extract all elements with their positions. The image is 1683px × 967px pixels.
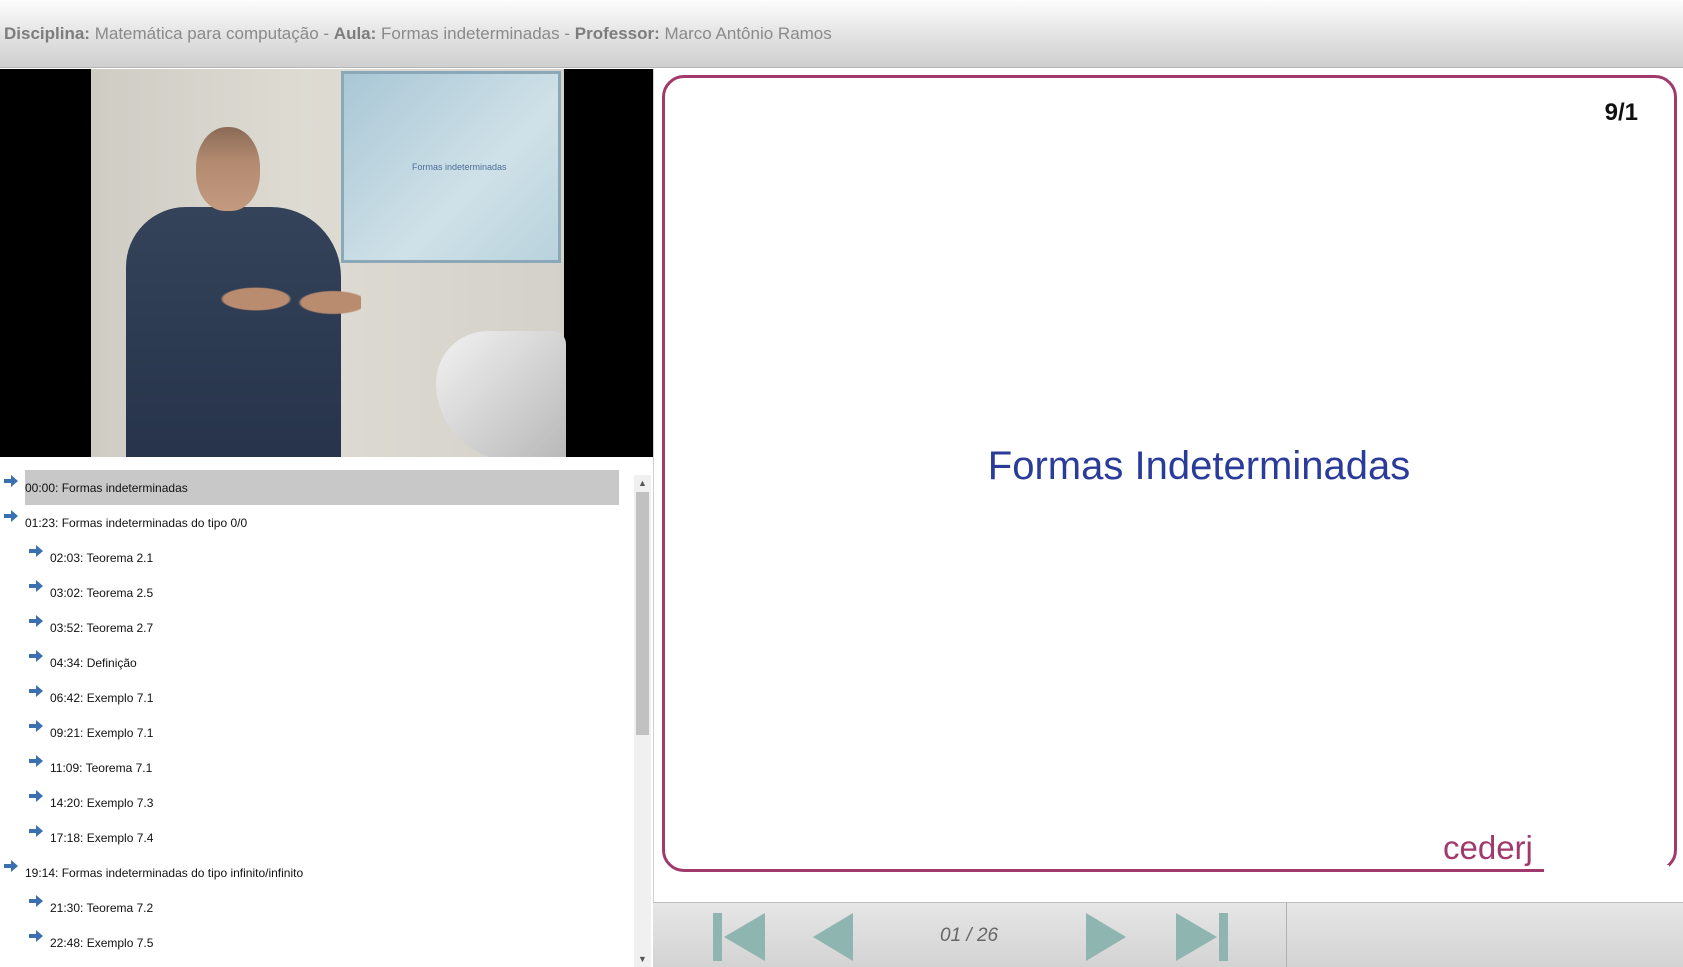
scroll-down-icon[interactable]: ▼ bbox=[634, 951, 651, 967]
page-counter: 01 / 26 bbox=[940, 925, 999, 946]
separator: - bbox=[564, 23, 571, 43]
lecture-header: Disciplina: Matemática para computação -… bbox=[0, 0, 1683, 68]
arrow-right-icon bbox=[4, 510, 18, 522]
presenter-hands bbox=[221, 264, 361, 334]
chapter-item[interactable]: 17:18: Exemplo 7.4 bbox=[50, 820, 585, 855]
arrow-right-icon bbox=[29, 580, 43, 592]
slide-number: 9/1 bbox=[1604, 99, 1638, 126]
arrow-right-icon bbox=[29, 930, 43, 942]
chapter-label: 06:42: Exemplo 7.1 bbox=[50, 690, 154, 705]
class-value: Formas indeterminadas bbox=[381, 23, 560, 43]
arrow-right-icon bbox=[29, 755, 43, 767]
arrow-right-icon bbox=[29, 895, 43, 907]
chapter-item[interactable]: 19:14: Formas indeterminadas do tipo inf… bbox=[25, 855, 585, 890]
skip-first-icon[interactable] bbox=[711, 911, 767, 963]
chapter-item[interactable]: 02:03: Teorema 2.1 bbox=[50, 540, 585, 575]
slide-viewer: 9/1 Formas Indeterminadas cederj bbox=[653, 69, 1683, 902]
chapter-list: 00:00: Formas indeterminadas 01:23: Forma… bbox=[0, 470, 653, 967]
chapter-label: 17:18: Exemplo 7.4 bbox=[50, 830, 154, 845]
chapter-label: 03:52: Teorema 2.7 bbox=[50, 620, 154, 635]
arrow-right-icon bbox=[4, 475, 18, 487]
chapter-list-scrollbar[interactable]: ▲ ▼ bbox=[634, 475, 651, 967]
chapter-label: 22:48: Exemplo 7.5 bbox=[50, 935, 154, 950]
chapter-item[interactable]: 22:48: Exemplo 7.5 bbox=[50, 925, 585, 960]
chapter-label: 03:02: Teorema 2.5 bbox=[50, 585, 154, 600]
previous-icon[interactable] bbox=[811, 911, 855, 963]
discipline-label: Disciplina: bbox=[4, 23, 90, 43]
arrow-right-icon bbox=[29, 720, 43, 732]
arrow-right-icon bbox=[29, 615, 43, 627]
next-icon[interactable] bbox=[1084, 911, 1128, 963]
arrow-right-icon bbox=[29, 825, 43, 837]
chapter-item[interactable]: 09:21: Exemplo 7.1 bbox=[50, 715, 585, 750]
scroll-up-icon[interactable]: ▲ bbox=[634, 475, 651, 491]
professor-value: Marco Antônio Ramos bbox=[664, 23, 832, 43]
chapter-label: 21:30: Teorema 7.2 bbox=[50, 900, 154, 915]
chapter-item[interactable]: 03:52: Teorema 2.7 bbox=[50, 610, 585, 645]
presenter-head bbox=[196, 127, 260, 211]
chapter-label: 04:34: Definição bbox=[50, 655, 137, 670]
skip-last-icon[interactable] bbox=[1174, 911, 1230, 963]
slide-controls: 01 / 26 bbox=[653, 902, 1683, 967]
chapter-item[interactable]: 01:23: Formas indeterminadas do tipo 0/0 bbox=[25, 505, 585, 540]
projector-screen-text: Formas indeterminadas bbox=[412, 162, 507, 172]
cederj-logo: cederj bbox=[1443, 829, 1533, 866]
chapter-item[interactable]: 06:42: Exemplo 7.1 bbox=[50, 680, 585, 715]
professor-label: Professor: bbox=[574, 23, 660, 43]
controls-divider bbox=[1286, 903, 1287, 967]
arrow-right-icon bbox=[4, 860, 18, 872]
projector-screen: Formas indeterminadas bbox=[341, 71, 561, 263]
chapter-item[interactable]: 04:34: Definição bbox=[50, 645, 585, 680]
chapter-item[interactable]: 03:02: Teorema 2.5 bbox=[50, 575, 585, 610]
chapter-label: 14:20: Exemplo 7.3 bbox=[50, 795, 154, 810]
chapter-item[interactable]: 11:09: Teorema 7.1 bbox=[50, 750, 585, 785]
chapter-label: 00:00: Formas indeterminadas bbox=[25, 480, 188, 495]
arrow-right-icon bbox=[29, 790, 43, 802]
arrow-right-icon bbox=[29, 545, 43, 557]
arrow-right-icon bbox=[29, 650, 43, 662]
slide-title: Formas Indeterminadas bbox=[987, 444, 1411, 488]
class-label: Aula: bbox=[333, 23, 377, 43]
scroll-thumb[interactable] bbox=[636, 492, 649, 735]
separator: - bbox=[323, 23, 330, 43]
chapter-label: 19:14: Formas indeterminadas do tipo inf… bbox=[25, 865, 304, 880]
chapter-label: 02:03: Teorema 2.1 bbox=[50, 550, 154, 565]
discipline-value: Matemática para computação bbox=[94, 23, 319, 43]
chapter-item[interactable]: 00:00: Formas indeterminadas bbox=[25, 470, 619, 505]
studio-prop bbox=[436, 331, 566, 457]
video-player[interactable]: Formas indeterminadas bbox=[0, 69, 653, 457]
chapter-label: 11:09: Teorema 7.1 bbox=[50, 760, 153, 775]
arrow-right-icon bbox=[29, 685, 43, 697]
chapter-label: 09:21: Exemplo 7.1 bbox=[50, 725, 154, 740]
chapter-label: 01:23: Formas indeterminadas do tipo 0/0 bbox=[25, 515, 248, 530]
video-frame: Formas indeterminadas bbox=[91, 69, 566, 457]
chapter-item[interactable]: 14:20: Exemplo 7.3 bbox=[50, 785, 585, 820]
chapter-item[interactable]: 21:30: Teorema 7.2 bbox=[50, 890, 585, 925]
slide-border-gap bbox=[1544, 865, 1669, 879]
